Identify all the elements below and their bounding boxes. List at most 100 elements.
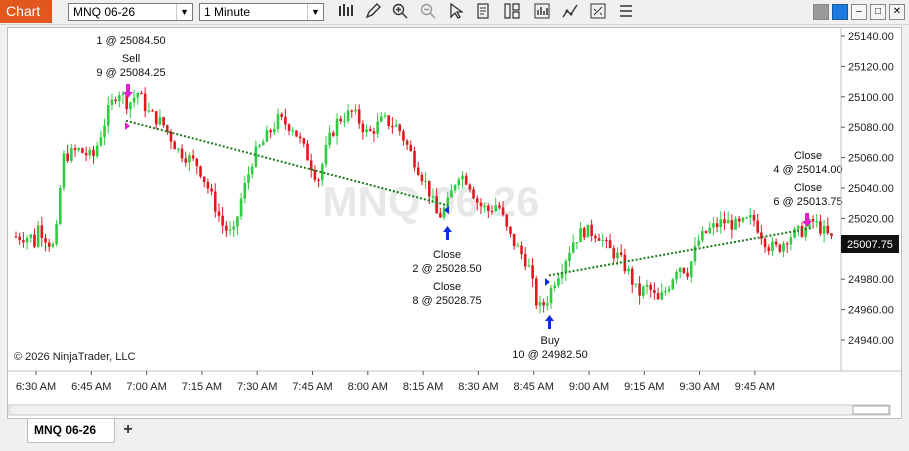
candle-body — [431, 196, 435, 198]
candle-body — [357, 109, 361, 124]
candle-body — [520, 245, 523, 255]
candle-body — [516, 245, 520, 247]
chart-panel[interactable]: MNQ 06-26 1 @ 25084.50 Sell 9 @ 25084.25 Cl… — [7, 27, 902, 419]
candle-body — [47, 242, 51, 247]
overlay-icon[interactable] — [616, 3, 636, 21]
candle-body — [162, 117, 165, 126]
candle-body — [44, 237, 47, 243]
candle-body — [350, 110, 354, 112]
time-tick-label: 9:00 AM — [569, 381, 609, 393]
candle-body — [106, 105, 110, 126]
time-tick-label: 9:30 AM — [679, 381, 719, 393]
candle-body — [261, 141, 265, 146]
candle-body — [427, 180, 431, 197]
scrollbar-thumb[interactable] — [852, 405, 890, 415]
time-axis[interactable]: 6:30 AM 6:45 AM 7:00 AM 7:15 AM 7:30 AM 7:45 … — [16, 371, 775, 393]
instrument-tab[interactable]: MNQ 06-26 — [27, 419, 115, 443]
candle-body — [490, 211, 494, 213]
candle-body — [749, 215, 752, 218]
candle-body — [284, 116, 287, 125]
candle-body — [612, 248, 616, 259]
candle-body — [745, 217, 748, 219]
candle-body — [81, 148, 84, 153]
execution-label: Close — [794, 150, 822, 162]
candle-body — [479, 202, 483, 206]
strategy-icon[interactable] — [532, 3, 552, 21]
candle-body — [361, 123, 365, 133]
candle-body — [597, 238, 601, 241]
candle-body — [365, 129, 368, 133]
price-chart[interactable]: MNQ 06-26 1 @ 25084.50Sell9 @ 25084.25Cl… — [8, 28, 901, 418]
candle-body — [217, 211, 221, 216]
candle-body — [623, 254, 627, 272]
zoom-out-icon[interactable] — [418, 3, 438, 21]
candle-body — [763, 238, 767, 248]
candle-body — [221, 215, 224, 226]
time-tick-label: 9:45 AM — [735, 381, 775, 393]
candle-body — [273, 128, 276, 133]
candle-body — [372, 131, 376, 134]
data-box-icon[interactable] — [502, 3, 522, 21]
candle-body — [498, 205, 501, 208]
properties-icon[interactable] — [474, 3, 494, 21]
price-axis[interactable]: 25140.00 25120.00 25100.00 25080.00 25060.00… — [841, 31, 894, 347]
candle-body — [376, 121, 379, 134]
chevron-down-icon: ▼ — [307, 4, 323, 20]
price-tick-label: 25100.00 — [848, 92, 894, 104]
candle-body — [247, 174, 250, 184]
indicators-icon[interactable] — [560, 3, 580, 21]
pointer-icon[interactable] — [446, 2, 466, 21]
maximize-icon[interactable]: □ — [870, 4, 886, 20]
candle-body — [686, 272, 689, 277]
execution-label: Close — [794, 182, 822, 194]
candle-body — [630, 268, 634, 285]
interval-selector[interactable]: 1 Minute ▼ — [199, 3, 324, 21]
candle-body — [586, 224, 590, 238]
candle-body — [416, 167, 420, 175]
time-tick-label: 8:45 AM — [514, 381, 554, 393]
blue-square-icon[interactable] — [832, 4, 848, 20]
candle-body — [354, 109, 357, 112]
execution-label: 4 @ 25014.00 — [773, 164, 842, 176]
zoom-in-icon[interactable] — [390, 3, 410, 21]
candle-body — [627, 268, 630, 272]
candle-body — [796, 226, 800, 229]
candle-body — [553, 285, 557, 288]
templates-icon[interactable] — [588, 3, 608, 21]
candle-body — [18, 236, 21, 241]
execution-label: Buy — [541, 335, 560, 347]
instrument-selector[interactable]: MNQ 06-26 ▼ — [68, 3, 193, 21]
candle-body — [752, 215, 756, 221]
candle-body — [55, 224, 58, 245]
entry-tick-icon — [125, 122, 130, 130]
buy-to-cover-arrow-icon — [443, 226, 452, 240]
candle-body — [95, 145, 99, 157]
candle-body — [542, 302, 545, 306]
candle-body — [228, 229, 232, 231]
gray-square-icon[interactable] — [813, 4, 829, 20]
chart-window-tab[interactable]: Chart — [0, 0, 52, 23]
candle-body — [642, 286, 645, 296]
minimize-icon[interactable]: – — [851, 4, 867, 20]
close-icon[interactable]: ✕ — [889, 4, 905, 20]
candle-body — [774, 241, 778, 245]
candle-body — [619, 252, 623, 255]
candle-body — [649, 284, 652, 291]
draw-pencil-icon[interactable] — [363, 3, 383, 21]
time-tick-label: 8:15 AM — [403, 381, 443, 393]
horizontal-scrollbar[interactable] — [8, 404, 891, 416]
candle-body — [129, 102, 132, 110]
candle-body — [280, 114, 283, 117]
add-tab-button[interactable]: + — [117, 419, 139, 441]
candle-body — [287, 124, 291, 131]
candle-body — [789, 237, 793, 245]
candle-body — [608, 240, 612, 249]
price-tick-label: 25080.00 — [848, 122, 894, 134]
bar-type-icon[interactable] — [336, 3, 356, 21]
candle-body — [276, 114, 280, 129]
sell-arrow-icon — [123, 84, 133, 98]
candle-body — [206, 181, 210, 189]
candle-body — [22, 240, 25, 243]
time-tick-label: 8:00 AM — [348, 381, 388, 393]
candle-body — [14, 236, 18, 238]
